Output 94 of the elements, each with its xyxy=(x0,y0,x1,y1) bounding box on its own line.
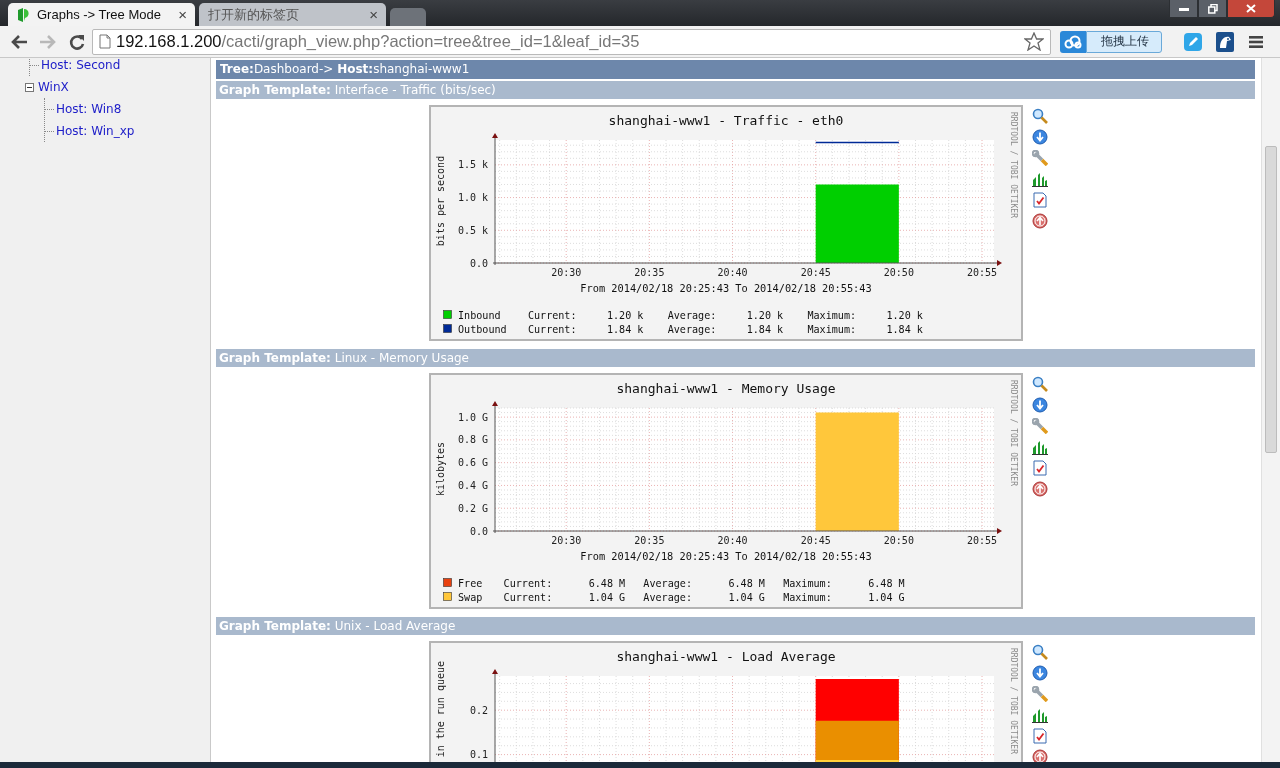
legend-stats: Current: 1.20 k Average: 1.20 k Maximum: 1.20 k xyxy=(527,310,923,321)
graph-template-header: Graph Template: Linux - Memory Usage xyxy=(216,349,1255,367)
tick-label: 0.1 xyxy=(469,749,488,761)
back-arrow-icon xyxy=(10,32,28,51)
time-range-label: From 2014/02/18 20:25:43 To 2014/02/18 20:55:43 xyxy=(580,550,872,562)
scrollbar-thumb[interactable] xyxy=(1265,146,1277,453)
tick-label: 0.8 G xyxy=(457,434,488,446)
tick-label: 20:55 xyxy=(966,535,998,546)
reload-arrow-icon xyxy=(68,32,86,51)
close-button[interactable] xyxy=(1227,0,1275,18)
tree-item[interactable]: Host: Win8 xyxy=(56,102,122,116)
graph-template-header: Graph Template: Unix - Load Average xyxy=(216,617,1255,635)
restore-button[interactable] xyxy=(1198,0,1227,18)
browser-tab[interactable]: 打开新的标签页 × xyxy=(199,3,386,26)
tab-close-button[interactable]: × xyxy=(178,6,187,23)
checked-document-icon[interactable] xyxy=(1032,460,1048,476)
tick-label: 0.0 xyxy=(469,257,488,269)
tab-title: 打开新的标签页 xyxy=(208,5,300,24)
tick-label: 20:30 xyxy=(551,267,582,278)
chart-title: shanghai-www1 - Traffic - eth0 xyxy=(608,113,844,128)
breadcrumb: Tree:Dashboard-> Host:shanghai-www1 xyxy=(216,60,1255,79)
legend-label: Inbound xyxy=(458,310,501,321)
magnifier-icon[interactable] xyxy=(1032,644,1048,660)
down-arrow-circle-icon[interactable] xyxy=(1032,665,1048,681)
axis-title: bits per second xyxy=(435,155,446,247)
legend-label: Free xyxy=(458,578,483,589)
upload-popup[interactable]: 拖拽上传 xyxy=(1086,30,1162,53)
tick-label: 20:45 xyxy=(800,535,831,546)
up-arrow-circle-icon[interactable] xyxy=(1032,481,1048,497)
tick-label: 20:50 xyxy=(883,267,914,278)
legend-stats: Current: 6.48 M Average: 6.48 M Maximum: 6.48 M xyxy=(503,578,905,589)
scrollbar[interactable] xyxy=(1261,58,1280,762)
tick-label: 1.0 k xyxy=(457,192,488,204)
tree-item[interactable]: Host: Second xyxy=(41,58,121,72)
legend-stats: Current: 1.84 k Average: 1.84 k Maximum: 1.84 k xyxy=(527,324,923,335)
credit-label: RRDTOOL / TOBI OETIKER xyxy=(1009,380,1018,486)
magnifier-icon[interactable] xyxy=(1032,376,1048,392)
checked-document-icon[interactable] xyxy=(1032,192,1048,208)
collapse-toggle[interactable] xyxy=(25,82,34,92)
axis-title: kilobytes xyxy=(435,441,446,497)
tick-label: 0.2 xyxy=(469,704,488,716)
chart-title: shanghai-www1 - Load Average xyxy=(616,649,836,664)
tick-label: 0.0 xyxy=(469,525,488,537)
close-icon xyxy=(1246,4,1256,13)
address-bar[interactable]: 192.168.1.200/cacti/graph_view.php?action=tree&tree_id=1&leaf_id=35 xyxy=(92,28,1051,55)
up-arrow-circle-icon[interactable] xyxy=(1032,213,1048,229)
down-arrow-circle-icon[interactable] xyxy=(1032,397,1048,413)
bird-extension-icon[interactable] xyxy=(1216,31,1234,52)
axis-title: in the run queue xyxy=(435,661,446,758)
tick-label: 20:50 xyxy=(883,535,914,546)
page-icon xyxy=(99,34,111,49)
bar-chart-icon[interactable] xyxy=(1032,707,1048,723)
menu-icon[interactable] xyxy=(1249,34,1263,49)
tab-close-button[interactable]: × xyxy=(369,6,378,23)
minimize-button[interactable] xyxy=(1169,0,1198,18)
cloud-extension-button[interactable] xyxy=(1060,30,1086,53)
forward-arrow-icon xyxy=(39,32,57,51)
bar-chart-icon[interactable] xyxy=(1032,171,1048,187)
minimize-icon xyxy=(1178,6,1189,11)
tick-label: 20:30 xyxy=(551,535,582,546)
tree-item[interactable]: Host: Win_xp xyxy=(56,124,135,138)
legend-stats: Current: 1.04 G Average: 1.04 G Maximum: 1.04 G xyxy=(503,592,905,603)
tick-label: 1.0 G xyxy=(457,411,488,423)
tick-label: 0.5 k xyxy=(457,224,488,236)
credit-label: RRDTOOL / TOBI OETIKER xyxy=(1009,112,1018,218)
tick-label: 0.6 G xyxy=(457,457,488,469)
chart-title: shanghai-www1 - Memory Usage xyxy=(616,381,836,396)
graph-template-header: Graph Template: Interface - Traffic (bits/sec) xyxy=(216,81,1255,99)
tick-label: 1.5 k xyxy=(457,159,488,171)
cloud-icon xyxy=(1064,34,1082,49)
tick-label: 20:40 xyxy=(717,535,748,546)
tick-label: 20:55 xyxy=(966,267,998,278)
tick-label: 20:40 xyxy=(717,267,748,278)
magnifier-icon[interactable] xyxy=(1032,108,1048,124)
tick-label: 20:35 xyxy=(634,535,665,546)
legend-label: Swap xyxy=(458,592,483,603)
down-arrow-circle-icon[interactable] xyxy=(1032,129,1048,145)
restore-icon xyxy=(1207,3,1218,14)
bar-chart-icon[interactable] xyxy=(1032,439,1048,455)
tree-item[interactable]: WinX xyxy=(38,80,69,94)
url-text: 192.168.1.200/cacti/graph_view.php?action=tree&tree_id=1&leaf_id=35 xyxy=(116,32,641,51)
tick-label: 0.2 G xyxy=(457,502,488,514)
legend-label: Outbound xyxy=(458,324,507,335)
time-range-label: From 2014/02/18 20:25:43 To 2014/02/18 20:55:43 xyxy=(580,282,872,294)
tick-label: 20:45 xyxy=(800,267,831,278)
tab-title: Graphs -> Tree Mode xyxy=(37,7,162,22)
star-icon[interactable] xyxy=(1024,32,1044,51)
tick-label: 20:35 xyxy=(634,267,665,278)
checked-document-icon[interactable] xyxy=(1032,728,1048,744)
pen-extension-icon[interactable] xyxy=(1184,32,1202,51)
tick-label: 0.4 G xyxy=(457,479,488,491)
leaf-logo-icon xyxy=(17,6,31,23)
browser-tab[interactable]: Graphs -> Tree Mode × xyxy=(8,3,195,26)
credit-label: RRDTOOL / TOBI OETIKER xyxy=(1009,648,1018,754)
